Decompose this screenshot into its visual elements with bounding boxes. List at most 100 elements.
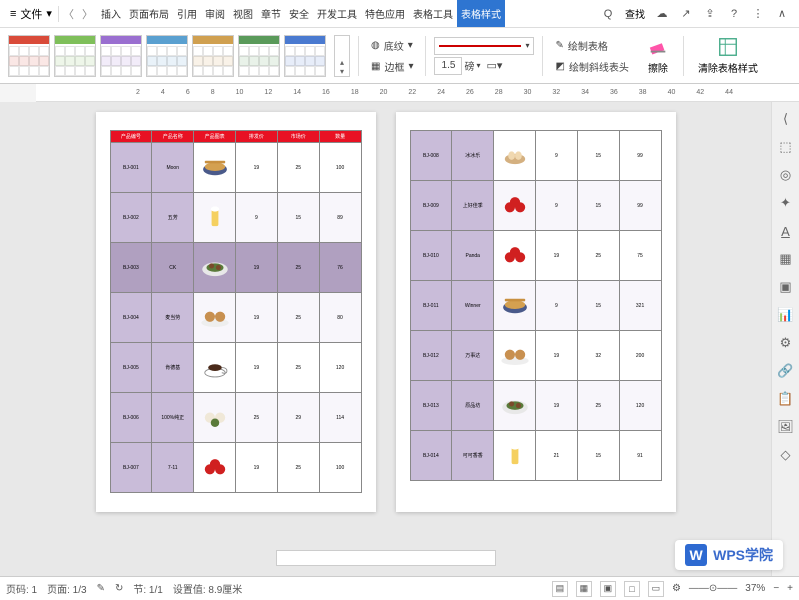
cell-name[interactable]: 万事达 [452,331,494,381]
sync-icon[interactable]: ↻ [115,583,123,594]
select-icon[interactable]: ⬚ [777,138,795,156]
cell-c4[interactable]: 25 [277,143,319,193]
cell-id[interactable]: BJ-009 [410,181,452,231]
export-icon[interactable]: ⇪ [703,7,717,21]
eraser-button[interactable]: 擦除 [641,34,675,77]
cell-c3[interactable]: 19 [235,343,277,393]
cell-image[interactable] [194,443,236,493]
cell-c3[interactable]: 25 [235,393,277,443]
page-count[interactable]: 页面: 1/3 [47,581,86,596]
draw-table-button[interactable]: ✎ 绘制表格 [551,36,632,55]
view-outline-button[interactable]: □ [624,581,640,597]
cell-c4[interactable]: 15 [577,431,619,481]
cell-id[interactable]: BJ-010 [410,231,452,281]
product-table-2[interactable]: BJ-008冰冰乐91599BJ-009上好佳季91599BJ-010Panda… [410,130,662,481]
cell-c4[interactable]: 25 [277,293,319,343]
cell-c5[interactable]: 100 [319,443,361,493]
cell-c5[interactable]: 200 [619,331,661,381]
clear-style-button[interactable]: 清除表格样式 [692,34,764,77]
view-web-button[interactable]: ▣ [600,581,616,597]
cell-c5[interactable]: 114 [319,393,361,443]
cell-c3[interactable]: 9 [535,281,577,331]
target-icon[interactable]: ◎ [777,166,795,184]
cell-c3[interactable]: 19 [235,243,277,293]
cell-id[interactable]: BJ-012 [410,331,452,381]
cell-image[interactable] [194,293,236,343]
product-table-1[interactable]: 产品编号产品名称产品图表排发价市场价数量 BJ-001Moon1925100BJ… [110,130,362,493]
table-row[interactable]: BJ-010Panda192575 [410,231,661,281]
tab-8[interactable]: 特色应用 [361,0,409,27]
table-row[interactable]: BJ-014可可香香211591 [410,431,661,481]
table-row[interactable]: BJ-006100%纯正2529114 [110,393,361,443]
cell-c5[interactable]: 99 [619,181,661,231]
shading-button[interactable]: ◍ 底纹 ▾ [367,36,417,55]
cell-c3[interactable]: 9 [535,131,577,181]
cell-c5[interactable]: 321 [619,281,661,331]
misc-icon[interactable]: ◇ [777,446,795,464]
cell-name[interactable]: 可可香香 [452,431,494,481]
cell-id[interactable]: BJ-004 [110,293,152,343]
cell-image[interactable] [494,331,536,381]
section-info[interactable]: 节: 1/1 [133,581,162,596]
tab-7[interactable]: 开发工具 [313,0,361,27]
table-row[interactable]: BJ-005肯德基1925120 [110,343,361,393]
cell-name[interactable]: 麦当劳 [152,293,194,343]
cell-name[interactable]: Winner [452,281,494,331]
cell-name[interactable]: 7-11 [152,443,194,493]
settings-icon[interactable]: ⚙ [777,334,795,352]
settings-icon[interactable]: ⚙ [672,583,681,594]
table-style-thumb-4[interactable] [192,35,234,77]
search-label[interactable]: 查找 [625,6,645,21]
tab-2[interactable]: 引用 [173,0,201,27]
toolbox-icon[interactable]: ✦ [777,194,795,212]
table-row[interactable]: BJ-0077-111925100 [110,443,361,493]
cell-image[interactable] [194,193,236,243]
zoom-value[interactable]: 37% [745,583,765,594]
view-focus-button[interactable]: ▭ [648,581,664,597]
cell-image[interactable] [194,243,236,293]
page-number[interactable]: 页码: 1 [6,581,37,596]
file-menu[interactable]: ≡ 文件 ▾ [4,6,59,22]
table-row[interactable]: BJ-001Moon1925100 [110,143,361,193]
table-row[interactable]: BJ-012万事达1932200 [410,331,661,381]
cell-image[interactable] [494,131,536,181]
page-1[interactable]: 产品编号产品名称产品图表排发价市场价数量 BJ-001Moon1925100BJ… [96,112,376,512]
table-style-thumb-1[interactable] [54,35,96,77]
view-print-button[interactable]: ▦ [576,581,592,597]
cell-c5[interactable]: 99 [619,131,661,181]
cell-id[interactable]: BJ-013 [410,381,452,431]
cell-id[interactable]: BJ-002 [110,193,152,243]
cell-c4[interactable]: 15 [277,193,319,243]
zoom-slider[interactable]: ——⊙—— [689,583,737,594]
cell-id[interactable]: BJ-011 [410,281,452,331]
tab-0[interactable]: 插入 [97,0,125,27]
picture-icon[interactable]: 🖼 [777,418,795,436]
cell-name[interactable]: Panda [452,231,494,281]
nav-prev-icon[interactable]: 〈 [59,6,78,22]
gallery-more-button[interactable]: ▴▾ [334,35,350,77]
cell-image[interactable] [194,393,236,443]
cell-c5[interactable]: 80 [319,293,361,343]
cell-c4[interactable]: 25 [277,243,319,293]
cell-image[interactable] [494,281,536,331]
cell-c4[interactable]: 15 [577,281,619,331]
tab-5[interactable]: 章节 [257,0,285,27]
cell-c4[interactable]: 29 [277,393,319,443]
table-style-thumb-0[interactable] [8,35,50,77]
page-2[interactable]: BJ-008冰冰乐91599BJ-009上好佳季91599BJ-010Panda… [396,112,676,512]
table-row[interactable]: BJ-009上好佳季91599 [410,181,661,231]
cell-image[interactable] [494,431,536,481]
cell-c3[interactable]: 19 [235,443,277,493]
cell-name[interactable]: 冰冰乐 [452,131,494,181]
cell-c5[interactable]: 120 [319,343,361,393]
cell-id[interactable]: BJ-006 [110,393,152,443]
help-icon[interactable]: ? [727,7,741,21]
border-button[interactable]: ▦ 边框 ▾ [367,57,417,76]
cell-name[interactable]: 五芳 [152,193,194,243]
text-a-icon[interactable]: A [777,222,795,240]
tab-6[interactable]: 安全 [285,0,313,27]
cell-c4[interactable]: 15 [577,181,619,231]
more-icon[interactable]: ⋮ [751,7,765,21]
image-icon[interactable]: ▣ [777,278,795,296]
table-row[interactable]: BJ-011Winner 915321 [410,281,661,331]
